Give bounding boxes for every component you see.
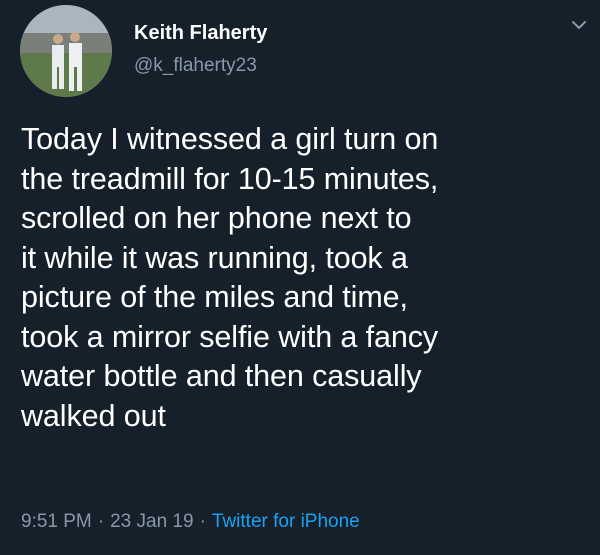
tweet-date[interactable]: 23 Jan 19 xyxy=(110,511,193,532)
tweet-source-link[interactable]: Twitter for iPhone xyxy=(212,511,360,532)
tweet-time[interactable]: 9:51 PM xyxy=(21,511,92,532)
tweet-text: Today I witnessed a girl turn on the tre… xyxy=(21,122,439,433)
meta-separator: · xyxy=(199,511,206,532)
tweet-card: Keith Flaherty @k_flaherty23 Today I wit… xyxy=(0,0,600,555)
meta-separator: · xyxy=(97,511,105,532)
avatar-photo-icon xyxy=(20,5,112,97)
author-avatar[interactable] xyxy=(20,5,112,97)
tweet-meta: 9:51 PM · 23 Jan 19 · Twitter for iPhone xyxy=(21,511,360,533)
chevron-down-icon[interactable] xyxy=(568,14,590,36)
author-display-name[interactable]: Keith Flaherty xyxy=(134,22,267,45)
author-handle[interactable]: @k_flaherty23 xyxy=(134,55,257,77)
